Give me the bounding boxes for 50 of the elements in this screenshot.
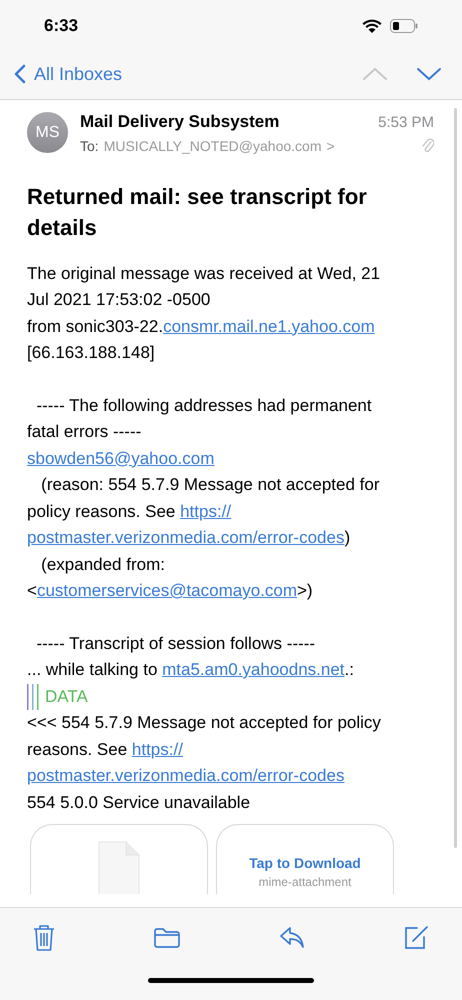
to-label: To: [80, 136, 99, 156]
chevron-down-icon[interactable] [416, 67, 442, 81]
link[interactable]: postmaster.verizonmedia.com/error-codes [27, 528, 344, 547]
body-text: (reason: 554 5.7.9 Message not accepted for [40, 475, 380, 494]
avatar: MS [27, 112, 68, 154]
body-text: ) [344, 528, 350, 547]
sender-name: Mail Delivery Subsystem [80, 111, 280, 133]
chevron-left-icon [14, 64, 26, 84]
status-time: 6:33 [44, 15, 78, 38]
back-button[interactable]: All Inboxes [14, 60, 122, 88]
quote-bars-icon [27, 684, 41, 710]
body-text: (expanded from: [40, 554, 165, 574]
attachment-card[interactable]: Tap to Download mime-attachment [216, 824, 394, 894]
body-text: policy reasons. See [27, 502, 176, 520]
body-text: ----- The following addresses had permanent [35, 396, 372, 414]
body-text: >) [297, 581, 313, 600]
recipient-address[interactable]: MUSICALLY_NOTED@yahoo.com [104, 136, 322, 156]
wifi-icon [362, 19, 382, 33]
compose-icon[interactable] [403, 925, 429, 951]
attachment-name: mime-attachment [258, 875, 352, 890]
link[interactable]: customerservices@tacomayo.com [36, 581, 297, 600]
body-text: fatal errors ----- [27, 422, 142, 441]
body-text: ----- Transcript of session follows ----- [35, 634, 316, 652]
body-text: DATA [45, 686, 88, 708]
download-label[interactable]: Tap to Download [249, 853, 361, 874]
link[interactable]: https:// [132, 740, 183, 758]
body-text: ... while talking to [27, 660, 158, 679]
link[interactable]: mta5.am0.yahoodns.net [162, 660, 345, 679]
subject-heading: Returned mail: see transcript for details [26, 182, 368, 242]
link[interactable]: https:// [180, 502, 232, 520]
link[interactable]: consmr.mail.ne1.yahoo.com [163, 316, 375, 336]
link[interactable]: postmaster.verizonmedia.com/error-codes [27, 766, 344, 785]
body-text: The original message was received at Wed, 21 [27, 264, 380, 282]
body-text: 554 5.0.0 Service unavailable [27, 792, 250, 812]
body-text: Jul 2021 17:53:02 -0500 [27, 290, 210, 309]
link[interactable]: sbowden56@yahoo.com [27, 448, 214, 468]
battery-icon [390, 19, 418, 33]
reply-icon[interactable] [279, 926, 305, 950]
recipient-chevron[interactable]: > [326, 136, 335, 156]
paperclip-icon [422, 138, 434, 154]
body-text: < [27, 581, 37, 600]
message-time: 5:53 PM [378, 113, 434, 133]
body-text: .: [344, 660, 354, 679]
trash-icon[interactable] [33, 924, 55, 952]
folder-icon[interactable] [153, 927, 181, 949]
body-text: reasons. See [27, 740, 128, 758]
document-icon [98, 841, 140, 894]
body-text: <<< 554 5.7.9 Message not accepted for policy [27, 713, 381, 732]
body-text: [66.163.188.148] [27, 343, 155, 362]
body-text: from sonic303-22. [27, 316, 164, 336]
